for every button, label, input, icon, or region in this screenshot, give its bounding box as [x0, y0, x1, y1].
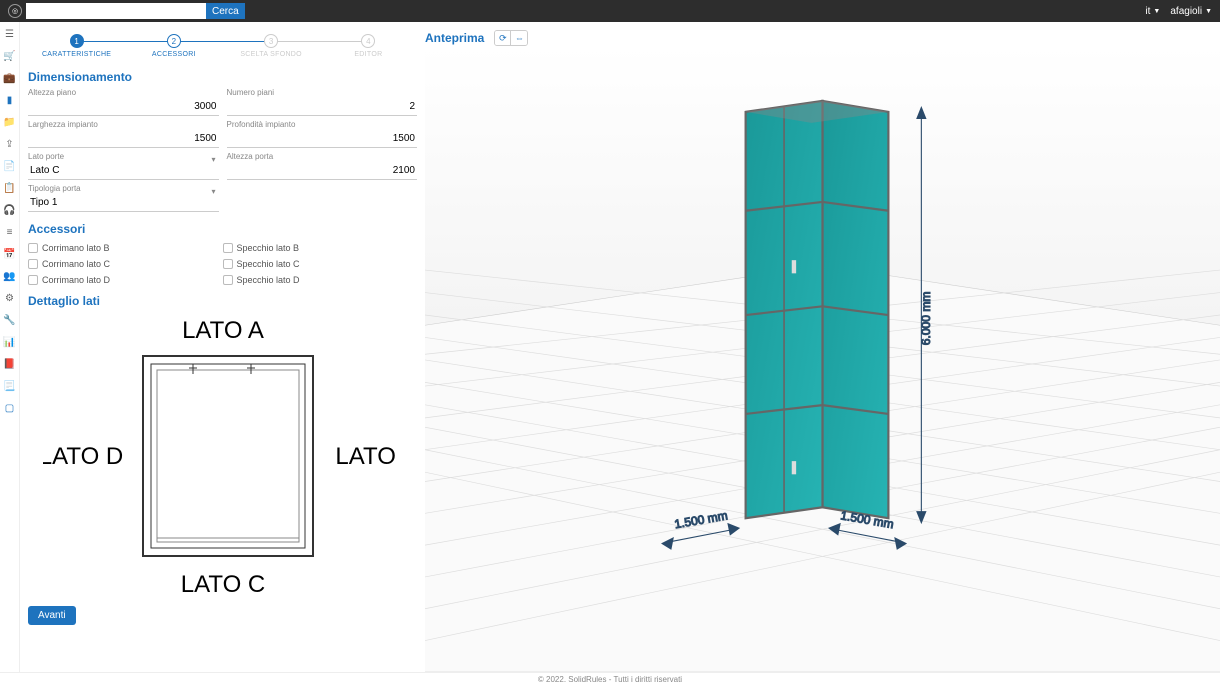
- user-menu[interactable]: afagioli ▼: [1170, 6, 1212, 17]
- left-rail: ☰ 🛒 💼 ▮ 📁 ⇪ 📄 📋 🎧 ≡ 📅 👥 ⚙ 🔧 📊 📕 📃 ▢: [0, 22, 20, 672]
- step-2[interactable]: 2 ACCESSORI: [125, 34, 222, 58]
- stepper: 1 CARATTERISTICHE 2 ACCESSORI 3 SCELTA S…: [28, 30, 417, 62]
- lato-porte-label: Lato porte: [28, 152, 219, 161]
- clipboard-icon[interactable]: 📋: [4, 182, 16, 194]
- tools-icon[interactable]: 🔧: [4, 314, 16, 326]
- gear-icon[interactable]: ⚙: [4, 292, 16, 304]
- corrimano-b-checkbox[interactable]: [28, 243, 38, 253]
- cart-icon[interactable]: 🛒: [4, 50, 16, 62]
- svg-text:LATO A: LATO A: [182, 317, 264, 344]
- svg-text:LATO D: LATO D: [43, 443, 123, 470]
- device-icon[interactable]: ▢: [4, 402, 16, 414]
- corrimano-d-label: Corrimano lato D: [42, 275, 110, 285]
- folder-icon[interactable]: 📁: [4, 116, 16, 128]
- search-input[interactable]: [26, 3, 206, 19]
- specchio-c-label: Specchio lato C: [237, 259, 300, 269]
- lato-porte-select[interactable]: [28, 162, 219, 180]
- briefcase-icon[interactable]: 💼: [4, 72, 16, 84]
- altezza-porta-input[interactable]: [227, 162, 418, 180]
- chart-icon[interactable]: 📊: [4, 336, 16, 348]
- specchio-b-label: Specchio lato B: [237, 243, 300, 253]
- larghezza-impianto-label: Larghezza impianto: [28, 120, 219, 129]
- corrimano-b-label: Corrimano lato B: [42, 243, 110, 253]
- expand-icon: ⇔: [515, 33, 524, 43]
- step-4: 4 EDITOR: [320, 34, 417, 58]
- tipologia-porta-label: Tipologia porta: [28, 184, 219, 193]
- svg-text:LATO B: LATO B: [335, 443, 403, 470]
- altezza-piano-label: Altezza piano: [28, 88, 219, 97]
- specchio-c-checkbox[interactable]: [223, 259, 233, 269]
- specchio-d-checkbox[interactable]: [223, 275, 233, 285]
- search-button[interactable]: Cerca: [206, 3, 245, 19]
- headset-icon[interactable]: 🎧: [4, 204, 16, 216]
- specchio-d-label: Specchio lato D: [237, 275, 300, 285]
- corrimano-d-checkbox[interactable]: [28, 275, 38, 285]
- reload-icon: ⟳: [499, 33, 507, 44]
- calendar-icon[interactable]: 📅: [4, 248, 16, 260]
- next-button[interactable]: Avanti: [28, 606, 76, 625]
- upload-icon[interactable]: ⇪: [4, 138, 16, 150]
- step-1[interactable]: 1 CARATTERISTICHE: [28, 34, 125, 58]
- document-icon[interactable]: 📄: [4, 160, 16, 172]
- numero-piani-input[interactable]: [227, 98, 418, 116]
- language-selector[interactable]: it ▼: [1145, 6, 1160, 17]
- section-dettaglio: Dettaglio lati: [28, 294, 417, 308]
- menu-icon[interactable]: ☰: [4, 28, 16, 40]
- corrimano-c-checkbox[interactable]: [28, 259, 38, 269]
- section-anteprima: Anteprima: [425, 31, 484, 45]
- config-icon[interactable]: ▮: [4, 94, 16, 106]
- chevron-down-icon: ▼: [1153, 8, 1160, 15]
- elevator-3d: [746, 101, 889, 518]
- altezza-piano-input[interactable]: [28, 98, 219, 116]
- user-label: afagioli: [1170, 6, 1202, 17]
- users-icon[interactable]: 👥: [4, 270, 16, 282]
- tipologia-porta-select[interactable]: [28, 194, 219, 212]
- altezza-porta-label: Altezza porta: [227, 152, 418, 161]
- page-icon[interactable]: 📃: [4, 380, 16, 392]
- numero-piani-label: Numero piani: [227, 88, 418, 97]
- profondita-impianto-label: Profondità impianto: [227, 120, 418, 129]
- list-icon[interactable]: ≡: [4, 226, 16, 238]
- svg-text:6.000 mm: 6.000 mm: [919, 292, 933, 346]
- plan-diagram: LATO A LATO B LATO C LATO D: [28, 312, 417, 606]
- section-dimensionamento: Dimensionamento: [28, 70, 417, 84]
- svg-text:LATO C: LATO C: [180, 571, 264, 596]
- profondita-impianto-input[interactable]: [227, 130, 418, 148]
- specchio-b-checkbox[interactable]: [223, 243, 233, 253]
- app-logo[interactable]: ◎: [8, 4, 22, 18]
- chevron-down-icon: ▼: [1205, 8, 1212, 15]
- preview-viewport[interactable]: 6.000 mm 1.500 mm 1.500 mm: [425, 46, 1220, 672]
- book-icon[interactable]: 📕: [4, 358, 16, 370]
- step-3: 3 SCELTA SFONDO: [223, 34, 320, 58]
- fullscreen-button[interactable]: ⇔: [511, 31, 527, 45]
- larghezza-impianto-input[interactable]: [28, 130, 219, 148]
- language-label: it: [1145, 6, 1150, 17]
- corrimano-c-label: Corrimano lato C: [42, 259, 110, 269]
- section-accessori: Accessori: [28, 222, 417, 236]
- footer: © 2022. SolidRules - Tutti i diritti ris…: [0, 672, 1220, 686]
- reload-button[interactable]: ⟳: [495, 31, 511, 45]
